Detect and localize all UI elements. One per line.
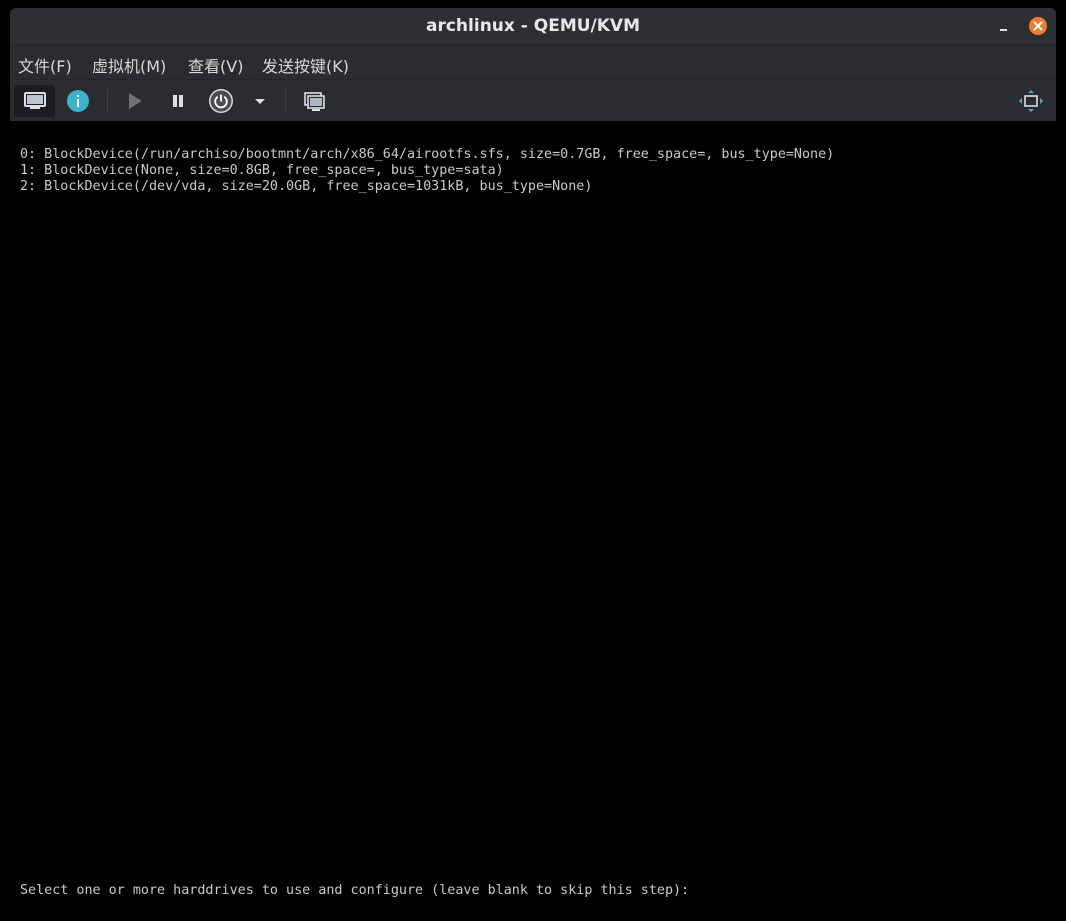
close-icon <box>1033 21 1043 31</box>
window-title: archlinux - QEMU/KVM <box>426 16 640 36</box>
pause-button[interactable] <box>162 85 194 117</box>
menu-file[interactable]: 文件(F) <box>18 53 72 77</box>
vm-window: archlinux - QEMU/KVM 文件(F) 虚拟机(M) 查看(V) … <box>10 8 1056 121</box>
pause-icon <box>173 95 183 107</box>
power-icon <box>209 89 233 113</box>
toolbar-separator <box>285 89 286 113</box>
close-button[interactable] <box>1029 17 1047 35</box>
console-prompt: Select one or more harddrives to use and… <box>20 883 690 898</box>
run-button[interactable] <box>118 85 150 117</box>
console-output: 0: BlockDevice(/run/archiso/bootmnt/arch… <box>20 147 834 195</box>
shutdown-button[interactable] <box>205 85 237 117</box>
toolbar <box>10 79 1056 121</box>
shutdown-menu-button[interactable] <box>250 85 270 117</box>
console-line: 1: BlockDevice(None, size=0.8GB, free_sp… <box>20 163 504 178</box>
toolbar-separator <box>107 89 108 113</box>
menu-view[interactable]: 查看(V) <box>188 53 243 77</box>
fullscreen-icon <box>1019 90 1043 112</box>
console-line: 0: BlockDevice(/run/archiso/bootmnt/arch… <box>20 147 835 162</box>
menu-vm[interactable]: 虚拟机(M) <box>92 53 166 77</box>
minimize-button[interactable] <box>996 16 1012 36</box>
chevron-down-icon <box>255 99 265 104</box>
details-button[interactable] <box>62 85 94 117</box>
play-icon <box>129 93 142 109</box>
fullscreen-button[interactable] <box>1015 85 1047 117</box>
console-line: 2: BlockDevice(/dev/vda, size=20.0GB, fr… <box>20 179 593 194</box>
console-view-button[interactable] <box>14 85 55 117</box>
vm-console-screen[interactable]: 0: BlockDevice(/run/archiso/bootmnt/arch… <box>0 121 1066 921</box>
menu-send-key[interactable]: 发送按键(K) <box>262 53 349 77</box>
monitor-icon <box>24 92 46 109</box>
menu-bar: 文件(F) 虚拟机(M) 查看(V) 发送按键(K) <box>10 45 1056 79</box>
snapshots-icon <box>304 92 325 111</box>
title-bar[interactable]: archlinux - QEMU/KVM <box>10 8 1056 45</box>
info-icon <box>67 90 89 112</box>
snapshots-button[interactable] <box>298 85 330 117</box>
